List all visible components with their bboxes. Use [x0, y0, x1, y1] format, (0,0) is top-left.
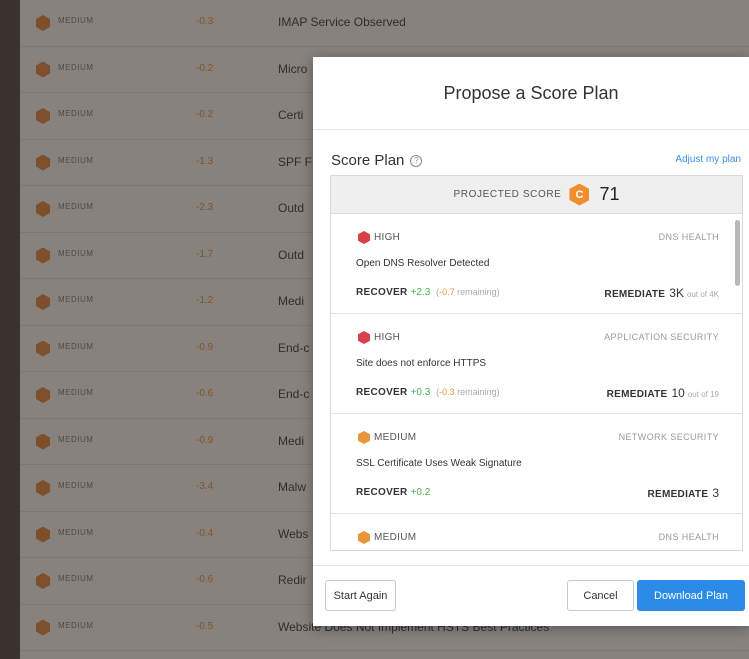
severity-medium-icon	[358, 431, 370, 444]
issue-list-scrollbar[interactable]	[735, 220, 740, 286]
remaining-suffix: remaining)	[454, 387, 500, 397]
grade-badge-icon: C	[569, 183, 590, 206]
remaining-suffix: remaining)	[454, 287, 500, 297]
remediate-info: REMEDIATE 3	[647, 486, 719, 500]
download-plan-button[interactable]: Download Plan	[637, 580, 745, 611]
issue-item[interactable]: MEDIUM NETWORK SECURITY SSL Certificate …	[331, 414, 742, 514]
projected-score-bar: PROJECTED SCORE C 71	[331, 176, 742, 214]
score-plan-box: PROJECTED SCORE C 71 HIGH DNS HEALTH Ope…	[330, 175, 743, 551]
issue-name: Site does not enforce HTTPS	[356, 358, 487, 369]
remaining-value: -0.7	[439, 287, 455, 297]
remediate-out-of: out of 19	[687, 390, 719, 399]
modal-title: Propose a Score Plan	[443, 82, 619, 103]
issue-list[interactable]: HIGH DNS HEALTH Open DNS Resolver Detect…	[331, 214, 742, 550]
recover-info: RECOVER +2.3 (-0.7 remaining)	[356, 287, 500, 298]
remediate-label: REMEDIATE	[606, 389, 668, 400]
recover-label: RECOVER	[356, 487, 408, 498]
projected-score-value: 71	[599, 184, 620, 204]
modal-footer: Start Again Cancel Download Plan	[313, 565, 749, 626]
recover-gain: +2.3	[410, 287, 431, 298]
severity-high-icon	[358, 331, 370, 344]
issue-item[interactable]: MEDIUM DNS HEALTH	[331, 514, 742, 550]
score-plan-modal: Propose a Score Plan Score Plan ? Adjust…	[313, 57, 749, 626]
remediate-count: 3K	[669, 286, 684, 300]
adjust-my-plan-link[interactable]: Adjust my plan	[675, 154, 741, 165]
recover-info: RECOVER +0.2	[356, 487, 430, 498]
severity-medium-icon	[358, 531, 370, 544]
severity-label: HIGH	[374, 332, 401, 343]
severity-label: MEDIUM	[374, 432, 417, 443]
issue-category: DNS HEALTH	[658, 232, 719, 242]
severity-label: HIGH	[374, 232, 401, 243]
score-plan-title: Score Plan ?	[331, 152, 423, 169]
projected-score-label: PROJECTED SCORE	[453, 189, 562, 200]
issue-category: NETWORK SECURITY	[618, 432, 719, 442]
severity-label: MEDIUM	[374, 532, 417, 543]
issue-name: SSL Certificate Uses Weak Signature	[356, 458, 522, 469]
remediate-label: REMEDIATE	[604, 289, 666, 300]
start-again-button[interactable]: Start Again	[325, 580, 396, 611]
remaining-note: (-0.3 remaining)	[436, 387, 500, 397]
cancel-button[interactable]: Cancel	[567, 580, 634, 611]
issue-category: APPLICATION SECURITY	[604, 332, 719, 342]
remediate-count: 3	[712, 486, 719, 500]
remaining-value: -0.3	[439, 387, 455, 397]
severity-high-icon	[358, 231, 370, 244]
recover-gain: +0.2	[410, 487, 431, 498]
help-icon[interactable]: ?	[410, 154, 423, 167]
modal-header: Propose a Score Plan	[313, 57, 749, 130]
issue-name: Open DNS Resolver Detected	[356, 258, 490, 269]
score-plan-header: Score Plan ? Adjust my plan	[331, 152, 749, 170]
remediate-label: REMEDIATE	[647, 489, 709, 500]
issue-item[interactable]: HIGH APPLICATION SECURITY Site does not …	[331, 314, 742, 414]
issue-category: DNS HEALTH	[658, 532, 719, 542]
remediate-info: REMEDIATE 10 out of 19	[607, 386, 719, 400]
recover-gain: +0.3	[410, 387, 431, 398]
remediate-out-of: out of 4K	[686, 290, 719, 299]
recover-label: RECOVER	[356, 387, 408, 398]
recover-info: RECOVER +0.3 (-0.3 remaining)	[356, 387, 500, 398]
remediate-info: REMEDIATE 3K out of 4K	[604, 286, 719, 300]
remediate-count: 10	[671, 386, 685, 400]
remaining-note: (-0.7 remaining)	[436, 287, 500, 297]
recover-label: RECOVER	[356, 287, 408, 298]
issue-item[interactable]: HIGH DNS HEALTH Open DNS Resolver Detect…	[331, 214, 742, 314]
score-plan-title-text: Score Plan	[331, 152, 405, 169]
